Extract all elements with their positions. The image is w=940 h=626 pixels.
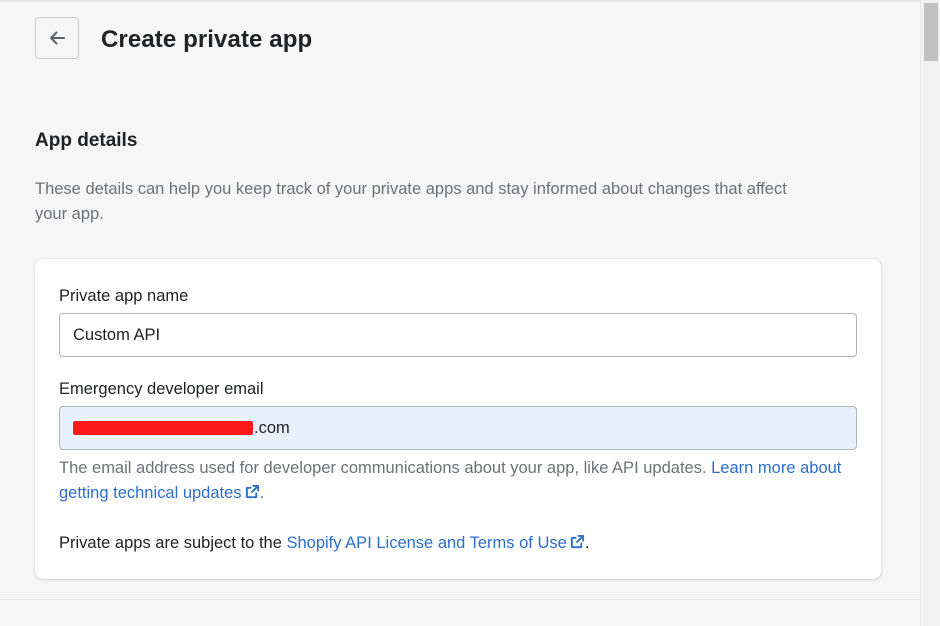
terms-link[interactable]: Shopify API License and Terms of Use [286, 534, 584, 552]
page-title: Create private app [101, 26, 313, 53]
email-value-suffix: .com [254, 418, 290, 437]
terms-link-label: Shopify API License and Terms of Use [286, 534, 567, 552]
external-link-icon [245, 482, 260, 507]
app-name-input[interactable]: Custom API [59, 313, 857, 357]
app-name-label: Private app name [59, 287, 189, 305]
top-divider [0, 0, 920, 2]
section-description: These details can help you keep track of… [35, 180, 787, 223]
arrow-left-icon [47, 28, 67, 48]
terms-prefix: Private apps are subject to the [59, 534, 287, 552]
section-title: App details [35, 130, 138, 151]
redaction-mark [73, 421, 253, 435]
scrollbar-thumb[interactable] [924, 3, 938, 61]
email-input[interactable]: .com [59, 406, 857, 450]
page: Create private app App details These det… [0, 0, 940, 626]
terms-text: Private apps are subject to the Shopify … [59, 531, 589, 557]
help-end: . [259, 484, 265, 502]
back-button[interactable] [35, 17, 79, 59]
email-help-text: The email address used for developer com… [59, 456, 849, 507]
scrollbar[interactable] [920, 0, 940, 626]
email-label: Emergency developer email [59, 380, 264, 398]
help-text: The email address used for developer com… [59, 459, 712, 477]
app-details-card: Private app name Custom API Emergency de… [35, 259, 881, 579]
bottom-divider [0, 599, 920, 600]
terms-end: . [584, 534, 590, 552]
app-name-value: Custom API [73, 325, 161, 344]
external-link-icon [570, 532, 585, 557]
